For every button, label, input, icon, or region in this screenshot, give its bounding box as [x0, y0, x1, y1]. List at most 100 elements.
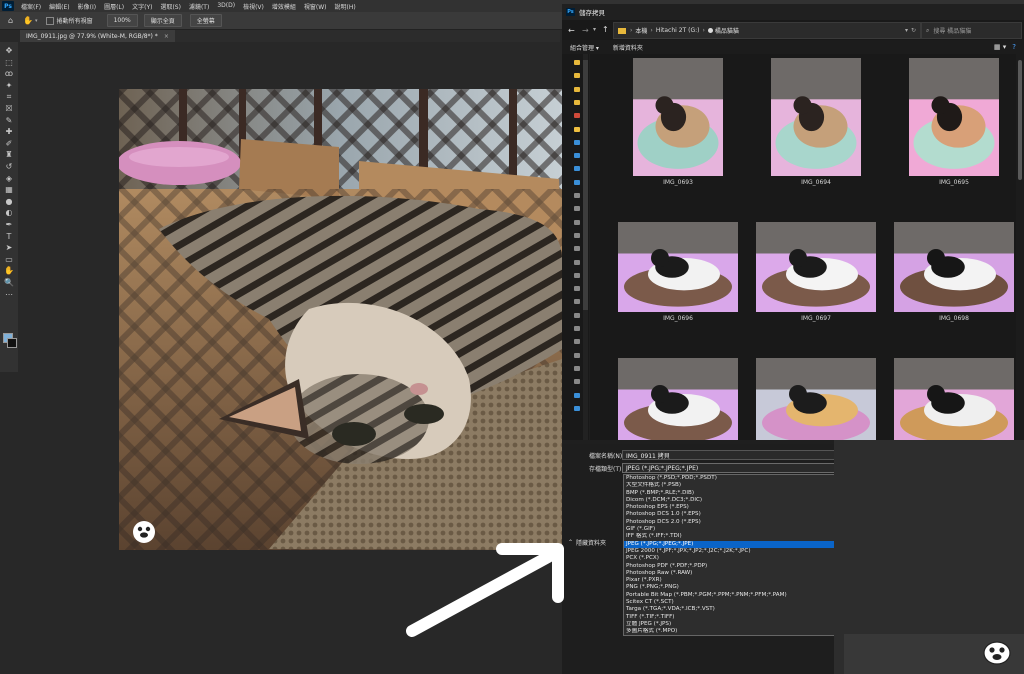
path-select-icon[interactable]: ➤ — [4, 243, 14, 252]
nav-location-icon[interactable] — [574, 339, 580, 345]
nav-location-icon[interactable] — [574, 352, 580, 358]
chevron-down-icon[interactable]: ▾ — [35, 18, 38, 24]
document-canvas[interactable] — [119, 89, 562, 550]
nav-location-icon[interactable] — [574, 232, 580, 238]
file-tile[interactable]: IMG_0696 — [618, 222, 738, 322]
search-input[interactable]: ⌕ 搜尋 橘品貓貓 — [921, 22, 1022, 39]
scroll-all-windows-checkbox[interactable] — [45, 16, 54, 25]
file-thumbnail[interactable] — [771, 58, 861, 176]
healing-brush-icon[interactable]: ✚ — [4, 127, 14, 136]
pen-icon[interactable]: ✒ — [4, 220, 14, 229]
file-thumbnail[interactable] — [894, 222, 1014, 312]
frame-icon[interactable]: ☒ — [4, 104, 14, 113]
file-tile[interactable] — [756, 358, 876, 440]
breadcrumb-this-pc[interactable]: 本機 — [635, 26, 647, 35]
file-thumbnail[interactable] — [894, 358, 1014, 440]
menu-item-7[interactable]: 3D(D) — [213, 2, 239, 11]
background-color-swatch[interactable] — [7, 338, 17, 348]
nav-location-icon[interactable] — [574, 312, 580, 318]
gradient-icon[interactable]: ▦ — [4, 185, 14, 194]
address-breadcrumb[interactable]: › 本機 › Hitachi 2T (G:) › 橘品貓貓 ▾ ↻ — [613, 22, 921, 39]
fill-screen-button[interactable]: 全螢幕 — [189, 14, 222, 27]
file-grid-scrollbar-thumb[interactable] — [1018, 60, 1022, 180]
file-thumbnail[interactable] — [756, 358, 876, 440]
nav-location-icon[interactable] — [574, 405, 580, 411]
breadcrumb-folder[interactable]: 橘品貓貓 — [715, 26, 739, 35]
nav-location-icon[interactable] — [574, 113, 580, 119]
forward-arrow-icon[interactable]: → — [582, 26, 589, 35]
menu-item-0[interactable]: 檔案(F) — [17, 2, 45, 11]
file-tile[interactable]: IMG_0693 — [633, 58, 723, 186]
zoom-icon[interactable]: 🔍 — [4, 278, 14, 287]
nav-location-icon[interactable] — [574, 246, 580, 252]
file-tile[interactable] — [618, 358, 738, 440]
file-tile[interactable]: IMG_0697 — [756, 222, 876, 322]
menu-item-9[interactable]: 增效模組 — [268, 2, 300, 11]
more-icon[interactable]: ⋯ — [4, 290, 14, 299]
menu-item-1[interactable]: 編輯(E) — [45, 2, 73, 11]
nav-location-icon[interactable] — [574, 166, 580, 172]
nav-location-icon[interactable] — [574, 365, 580, 371]
magic-wand-icon[interactable]: ✦ — [4, 81, 14, 90]
refresh-icon[interactable]: ↻ — [911, 27, 916, 34]
nav-location-icon[interactable] — [574, 219, 580, 225]
nav-location-icon[interactable] — [574, 286, 580, 292]
back-arrow-icon[interactable]: ← — [568, 26, 575, 35]
nav-location-icon[interactable] — [574, 73, 580, 79]
file-tile[interactable]: IMG_0694 — [771, 58, 861, 186]
nav-location-icon[interactable] — [574, 379, 580, 385]
blur-icon[interactable]: ● — [4, 197, 14, 206]
history-brush-icon[interactable]: ↺ — [4, 162, 14, 171]
file-tile[interactable] — [894, 358, 1014, 440]
file-thumbnail[interactable] — [756, 222, 876, 312]
rectangle-icon[interactable]: ▭ — [4, 255, 14, 264]
nav-location-icon[interactable] — [574, 299, 580, 305]
hand-icon[interactable]: ✋ — [4, 266, 14, 275]
menu-item-10[interactable]: 視窗(W) — [300, 2, 331, 11]
file-thumbnail[interactable] — [618, 358, 738, 440]
menu-item-8[interactable]: 檢視(V) — [239, 2, 268, 11]
nav-location-icon[interactable] — [574, 99, 580, 105]
view-options-icon[interactable]: ▦ ▾ — [994, 43, 1006, 51]
file-tile[interactable]: IMG_0698 — [894, 222, 1014, 322]
hide-folders-toggle[interactable]: ⌃ 隱藏資料夾 — [568, 538, 606, 547]
marquee-icon[interactable]: ⬚ — [4, 58, 14, 67]
brush-icon[interactable]: ✐ — [4, 139, 14, 148]
up-arrow-icon[interactable]: ↑ — [602, 25, 609, 34]
menu-item-3[interactable]: 圖層(L) — [100, 2, 128, 11]
nav-scrollbar-thumb[interactable] — [583, 60, 588, 310]
zoom-100-button[interactable]: 100% — [106, 14, 138, 27]
stamp-icon[interactable]: ♜ — [4, 150, 14, 159]
crop-icon[interactable]: ⌗ — [4, 92, 14, 101]
nav-location-icon[interactable] — [574, 392, 580, 398]
menu-item-2[interactable]: 影像(I) — [74, 2, 100, 11]
document-tab[interactable]: IMG_0911.jpg @ 77.9% (White-M, RGB/8*) *… — [20, 30, 175, 42]
menu-item-5[interactable]: 選取(S) — [156, 2, 185, 11]
new-folder-button[interactable]: 新增資料夾 — [613, 43, 643, 52]
home-icon[interactable]: ⌂ — [8, 16, 13, 25]
nav-location-icon[interactable] — [574, 326, 580, 331]
file-thumbnail[interactable] — [633, 58, 723, 176]
eraser-icon[interactable]: ◈ — [4, 174, 14, 183]
nav-location-icon[interactable] — [574, 60, 580, 65]
move-icon[interactable]: ✥ — [4, 46, 14, 55]
recent-locations-icon[interactable]: ▾ — [593, 26, 596, 33]
menu-item-11[interactable]: 說明(H) — [331, 2, 360, 11]
nav-location-icon[interactable] — [574, 139, 580, 145]
menu-item-4[interactable]: 文字(Y) — [128, 2, 156, 11]
nav-location-icon[interactable] — [574, 153, 580, 159]
close-tab-icon[interactable]: × — [164, 33, 169, 40]
help-icon[interactable]: ? — [1012, 43, 1016, 51]
type-icon[interactable]: T — [4, 232, 14, 241]
dodge-icon[interactable]: ◐ — [4, 208, 14, 217]
nav-location-icon[interactable] — [574, 206, 580, 212]
lasso-icon[interactable]: ꝏ — [4, 69, 14, 78]
nav-location-icon[interactable] — [574, 272, 580, 278]
fit-screen-button[interactable]: 顯示全頁 — [143, 14, 182, 27]
eyedropper-icon[interactable]: ✎ — [4, 116, 14, 125]
file-thumbnail[interactable] — [618, 222, 738, 312]
nav-location-icon[interactable] — [574, 126, 580, 132]
menu-item-6[interactable]: 濾鏡(T) — [185, 2, 213, 11]
nav-location-icon[interactable] — [574, 193, 580, 198]
hand-tool-icon[interactable]: ✋ — [23, 16, 33, 25]
